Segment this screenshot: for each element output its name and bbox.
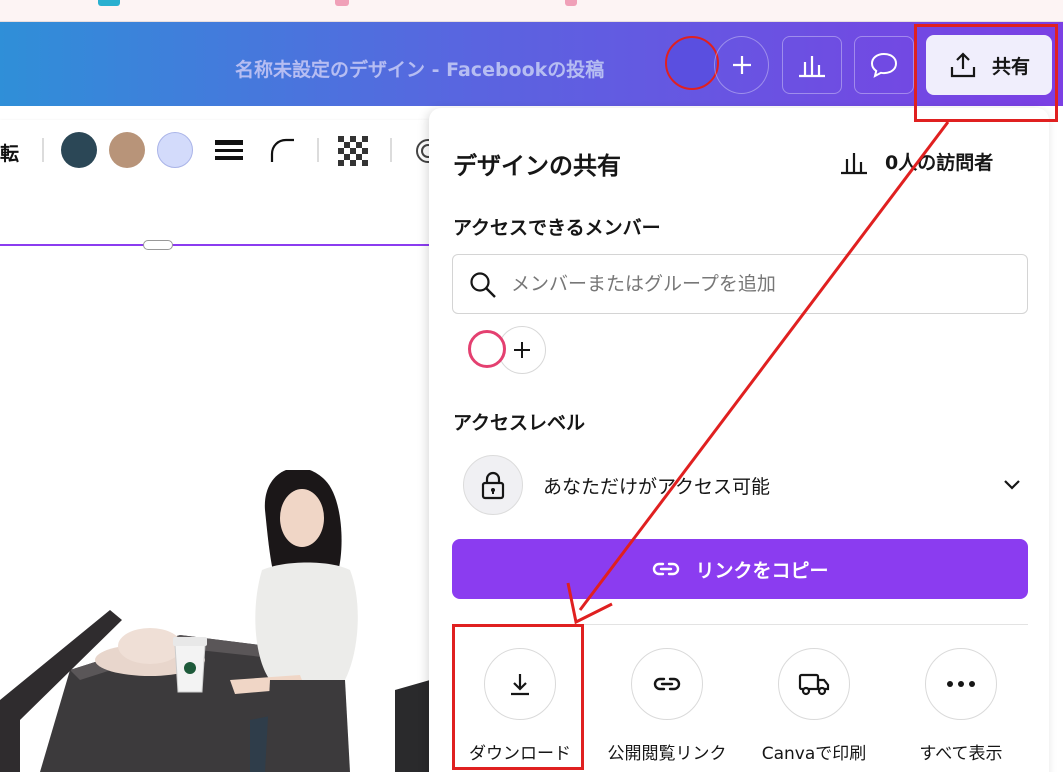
access-level-value: あなただけがアクセス可能 (543, 476, 771, 498)
lock-icon (481, 471, 505, 500)
see-all-option-circle[interactable] (925, 648, 997, 720)
transparency-icon[interactable] (338, 136, 368, 166)
member-avatar[interactable] (468, 330, 506, 368)
bar-chart-icon (799, 56, 825, 78)
user-avatar[interactable] (665, 36, 719, 90)
more-icon (947, 681, 975, 687)
plus-icon (732, 56, 751, 74)
bar-chart-icon (841, 152, 867, 174)
photo-woman-cafe[interactable] (0, 470, 430, 772)
tab-favicon[interactable] (98, 0, 120, 6)
toolbar-divider (42, 138, 44, 162)
tab-favicon[interactable] (565, 0, 577, 6)
member-search-input[interactable] (511, 255, 1011, 313)
access-level-select[interactable]: あなただけがアクセス可能 (463, 455, 1023, 515)
public-link-option-label: 公開閲覧リンク (607, 744, 727, 764)
color-swatch[interactable] (61, 132, 97, 168)
corner-rounding-icon[interactable] (268, 136, 298, 164)
member-search-box[interactable] (452, 254, 1028, 314)
browser-tab-strip (0, 0, 1063, 22)
print-option[interactable]: Canvaで印刷 (739, 648, 889, 768)
document-title[interactable]: 名称未設定のデザイン - Facebookの投稿 (235, 55, 604, 82)
design-canvas[interactable] (0, 180, 430, 772)
see-all-option[interactable]: すべて表示 (886, 648, 1036, 768)
tab-favicon[interactable] (335, 0, 349, 6)
panel-title: デザインの共有 (453, 152, 621, 180)
search-icon (470, 272, 496, 298)
members-section-label: アクセスできるメンバー (453, 217, 661, 239)
visitor-count[interactable]: 0人の訪問者 (839, 148, 993, 175)
border-style-icon[interactable] (214, 138, 244, 162)
copy-link-label: リンクをコピー (695, 559, 829, 582)
comment-button[interactable] (854, 36, 914, 94)
resize-handle[interactable] (143, 240, 173, 250)
selection-guide-line (0, 244, 430, 246)
print-option-circle[interactable] (778, 648, 850, 720)
visitor-count-label: 0人の訪問者 (885, 152, 994, 174)
chevron-down-icon (1004, 480, 1020, 490)
add-collaborator-button[interactable] (714, 36, 769, 94)
comment-icon (870, 52, 898, 78)
plus-icon (514, 342, 530, 358)
editor-header: 名称未設定のデザイン - Facebookの投稿 共有 (0, 22, 1063, 106)
annotation-download-highlight (452, 624, 584, 770)
annotation-share-highlight (914, 24, 1058, 122)
public-link-option[interactable]: 公開閲覧リンク (592, 648, 742, 768)
insights-button[interactable] (782, 36, 842, 94)
link-icon (653, 562, 680, 576)
toolbar-divider (390, 138, 392, 162)
editor-toolbar: 転 (0, 120, 430, 180)
toolbar-divider (317, 138, 319, 162)
public-link-option-circle[interactable] (631, 648, 703, 720)
rotate-label[interactable]: 転 (0, 139, 19, 166)
color-swatch[interactable] (109, 132, 145, 168)
animate-icon[interactable] (410, 136, 430, 166)
color-swatch[interactable] (157, 132, 193, 168)
truck-icon (798, 673, 830, 696)
copy-link-button[interactable]: リンクをコピー (452, 539, 1028, 599)
link-icon (653, 677, 681, 691)
access-level-label: アクセスレベル (453, 412, 586, 434)
lock-icon-container (463, 455, 523, 515)
see-all-option-label: すべて表示 (919, 744, 1003, 764)
print-option-label: Canvaで印刷 (761, 744, 867, 764)
